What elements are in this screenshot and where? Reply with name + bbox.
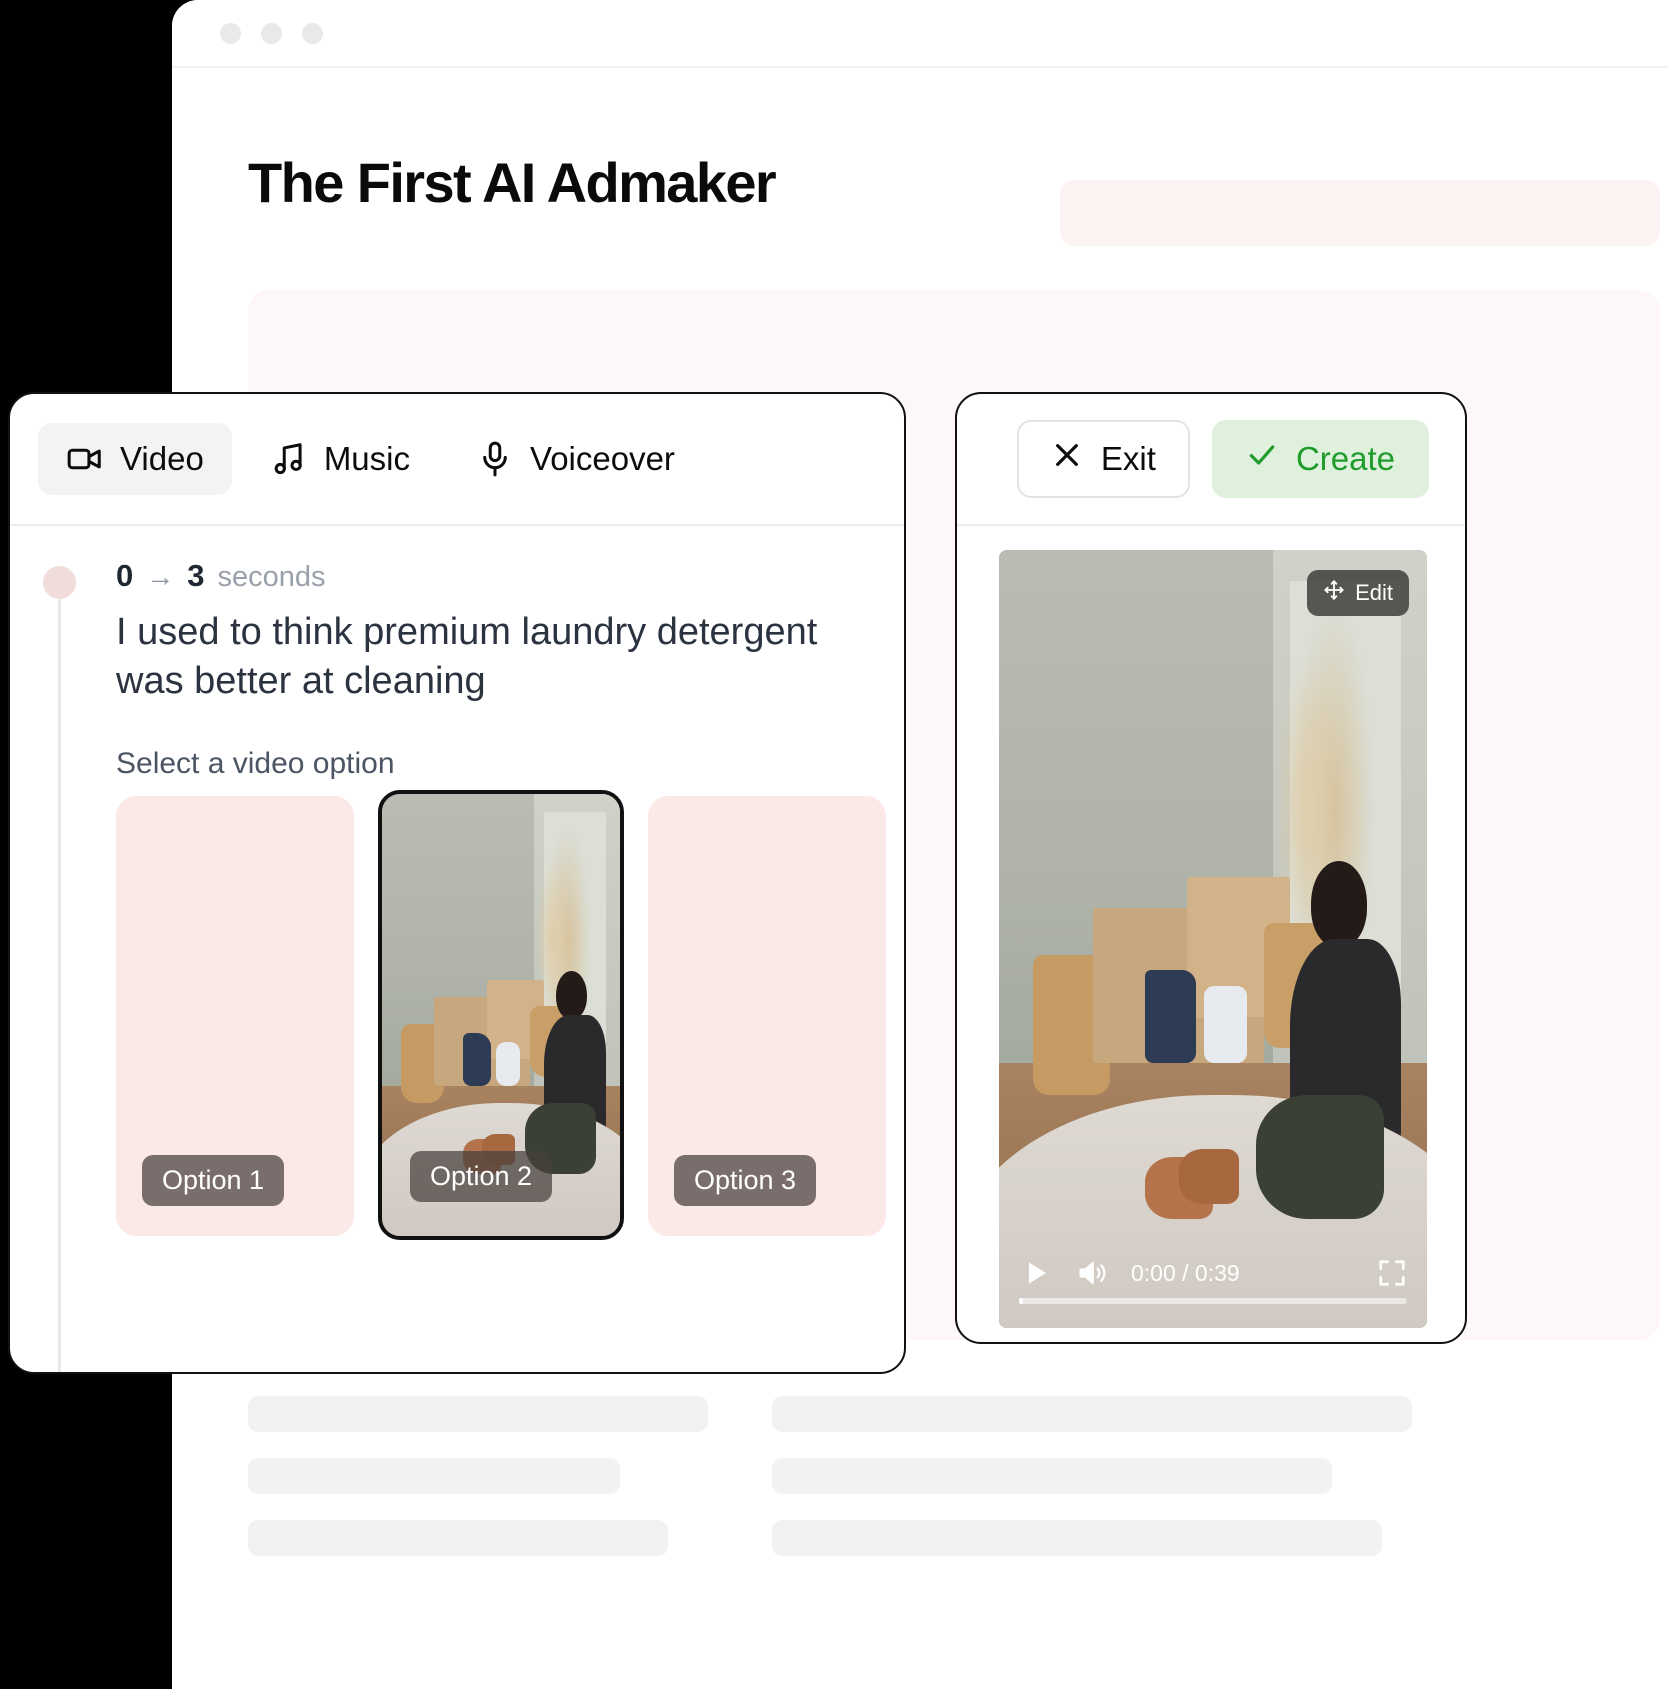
video-option-3[interactable]: Option 3 — [648, 796, 886, 1236]
music-note-icon — [270, 440, 308, 478]
tab-video-label: Video — [120, 440, 204, 477]
video-option-list: Option 1 Option 2 Option 3 — [116, 790, 886, 1240]
timeline-segment-marker — [43, 566, 76, 599]
tab-video[interactable]: Video — [38, 423, 232, 495]
exit-button[interactable]: Exit — [1016, 420, 1190, 498]
video-option-1[interactable]: Option 1 — [116, 796, 354, 1236]
preview-panel: Exit Create Edit 0:00 / 0:39 — [955, 392, 1467, 1344]
placeholder-line-4 — [772, 1396, 1412, 1432]
placeholder-line-6 — [772, 1520, 1382, 1556]
segment-start-time: 0 — [116, 558, 134, 593]
video-preview-frame — [999, 550, 1427, 1328]
window-maximize-dot[interactable] — [302, 23, 323, 44]
video-camera-icon — [66, 440, 104, 478]
page-title: The First AI Admaker — [248, 151, 777, 214]
tab-music[interactable]: Music — [242, 423, 438, 495]
video-controls: 0:00 / 0:39 — [999, 1218, 1427, 1328]
placeholder-line-1 — [248, 1396, 708, 1432]
microphone-icon — [476, 440, 514, 478]
editor-content: 0 → 3 seconds I used to think premium la… — [10, 526, 904, 1372]
preview-action-bar: Exit Create — [957, 394, 1465, 526]
editor-tab-bar: Video Music Voiceover — [10, 394, 904, 526]
segment-end-time: 3 — [187, 558, 205, 593]
placeholder-line-5 — [772, 1458, 1332, 1494]
fullscreen-icon[interactable] — [1377, 1258, 1407, 1288]
tab-music-label: Music — [323, 440, 410, 477]
video-preview[interactable]: Edit 0:00 / 0:39 — [999, 550, 1427, 1328]
traffic-light-dots — [220, 23, 323, 44]
check-icon — [1246, 439, 1278, 479]
move-arrows-icon — [1323, 579, 1345, 607]
video-timecode: 0:00 / 0:39 — [1131, 1259, 1240, 1286]
select-video-option-label: Select a video option — [116, 747, 395, 780]
play-icon[interactable] — [1019, 1256, 1053, 1290]
editor-panel: Video Music Voiceover 0 → 3 seconds I us… — [8, 392, 906, 1374]
edit-overlay-button[interactable]: Edit — [1307, 570, 1409, 616]
placeholder-line-3 — [248, 1520, 668, 1556]
close-x-icon — [1051, 439, 1083, 479]
volume-icon[interactable] — [1075, 1256, 1109, 1290]
timeline-rail — [58, 598, 61, 1372]
exit-button-label: Exit — [1100, 440, 1156, 477]
segment-time-unit: seconds — [217, 561, 326, 593]
video-option-1-label: Option 1 — [142, 1155, 285, 1206]
create-button-label: Create — [1295, 440, 1395, 477]
video-option-2-label: Option 2 — [410, 1151, 553, 1202]
placeholder-block-top-right — [1060, 180, 1660, 246]
browser-chrome — [172, 0, 1667, 68]
segment-timerange: 0 → 3 seconds — [116, 558, 326, 594]
segment-script-text[interactable]: I used to think premium laundry detergen… — [116, 608, 876, 705]
edit-overlay-label: Edit — [1355, 580, 1393, 605]
arrow-right-icon: → — [146, 561, 175, 592]
video-option-3-label: Option 3 — [674, 1155, 817, 1206]
video-option-2[interactable]: Option 2 — [378, 790, 624, 1240]
create-button[interactable]: Create — [1211, 420, 1429, 498]
window-minimize-dot[interactable] — [261, 23, 282, 44]
video-progress-bar[interactable] — [1019, 1298, 1407, 1304]
tab-voiceover-label: Voiceover — [530, 440, 675, 477]
window-close-dot[interactable] — [220, 23, 241, 44]
tab-voiceover[interactable]: Voiceover — [448, 423, 703, 495]
screenshot-root: The First AI Admaker Video Music Voiceov… — [0, 0, 1667, 1689]
placeholder-line-2 — [248, 1458, 620, 1494]
